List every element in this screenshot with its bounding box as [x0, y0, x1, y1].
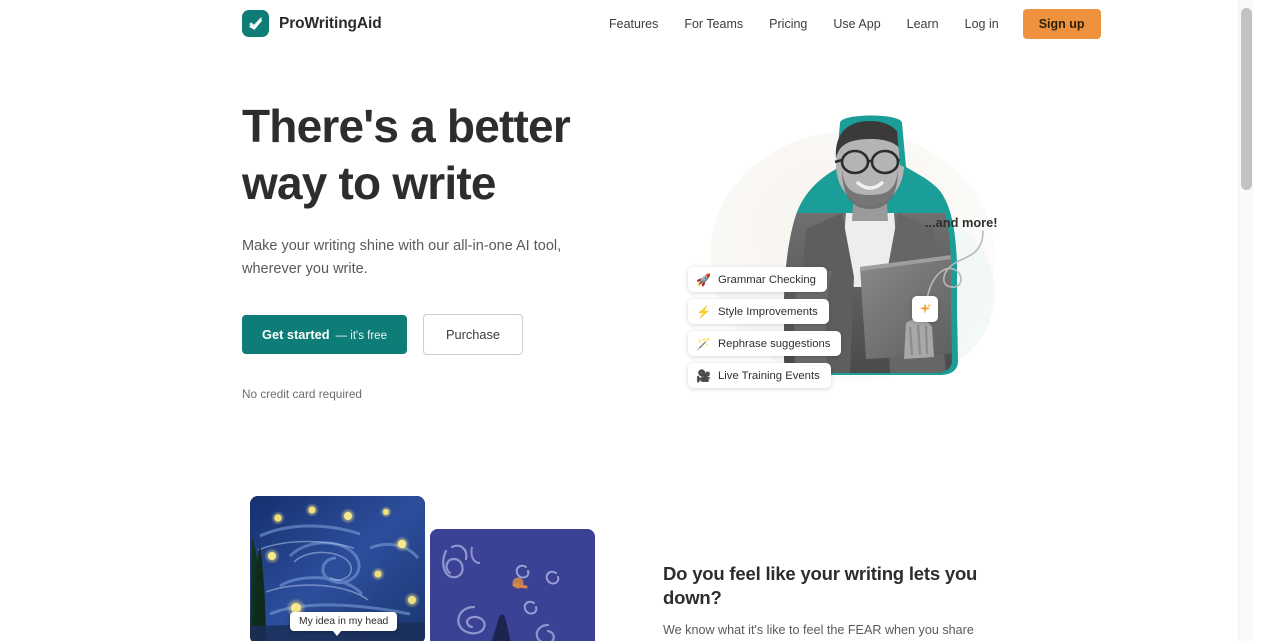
lightning-bolt-icon: ⚡ [696, 304, 711, 319]
and-more-annotation: ...and more! [925, 215, 998, 230]
nav-link-features[interactable]: Features [596, 11, 671, 37]
get-started-button[interactable]: Get started — it's free [242, 315, 407, 354]
page-scrollbar[interactable] [1238, 0, 1253, 641]
nav-link-log-in[interactable]: Log in [952, 11, 1012, 37]
feature-chip-rephrase-suggestions[interactable]: 🪄 Rephrase suggestions [688, 331, 842, 356]
feature-chip-label: Rephrase suggestions [718, 337, 831, 350]
site-header: ProWritingAid Features For Teams Pricing… [0, 0, 1253, 48]
idea-vs-reality-images: My idea in my head [250, 496, 595, 641]
nav-link-use-app[interactable]: Use App [820, 11, 893, 37]
rocket-icon: 🚀 [696, 272, 711, 287]
sparkles-icon [912, 296, 938, 322]
page-root: ProWritingAid Features For Teams Pricing… [0, 0, 1253, 641]
hero-section: There's a better way to write Make your … [0, 48, 1253, 468]
scrollbar-thumb[interactable] [1241, 8, 1252, 190]
nav-link-for-teams[interactable]: For Teams [671, 11, 756, 37]
nav-link-learn[interactable]: Learn [894, 11, 952, 37]
sign-up-button[interactable]: Sign up [1022, 9, 1101, 39]
hero-illustration: ...and more! 🚀 Grammar Checking ⚡ Style … [650, 103, 1020, 443]
hero-copy: There's a better way to write Make your … [242, 98, 642, 401]
nav-link-pricing[interactable]: Pricing [756, 11, 820, 37]
feature-chip-label: Live Training Events [718, 369, 820, 382]
hero-title: There's a better way to write [242, 98, 642, 212]
lower-copy: Do you feel like your writing lets you d… [663, 562, 1033, 641]
get-started-label: Get started [262, 327, 330, 342]
section-body-text: We know what it's like to feel the FEAR … [663, 623, 974, 637]
section-heading: Do you feel like your writing lets you d… [663, 563, 978, 608]
brand-name: ProWritingAid [279, 14, 382, 32]
hero-title-line-1: There's a better [242, 100, 571, 152]
primary-navigation: Features For Teams Pricing Use App Learn… [596, 8, 1101, 40]
feature-chip-label: Grammar Checking [718, 273, 816, 286]
curved-arrow-squiggle [926, 230, 984, 300]
crude-drawing-image [430, 529, 595, 641]
writing-lets-you-down-section: My idea in my head Do you feel like your… [0, 468, 1253, 641]
book-check-logo-icon [242, 10, 269, 37]
get-started-sublabel: — it's free [335, 330, 387, 342]
hero-subtitle: Make your writing shine with our all-in-… [242, 238, 562, 277]
video-camera-icon: 🎥 [696, 368, 711, 383]
feature-chip-list: 🚀 Grammar Checking ⚡ Style Improvements … [688, 267, 842, 388]
hero-title-line-2: way to write [242, 157, 496, 209]
feature-chip-label: Style Improvements [718, 305, 818, 318]
purchase-button[interactable]: Purchase [422, 314, 524, 355]
feature-chip-grammar-checking[interactable]: 🚀 Grammar Checking [688, 267, 827, 292]
feature-chip-style-improvements[interactable]: ⚡ Style Improvements [688, 299, 829, 324]
brand-logo[interactable]: ProWritingAid [242, 10, 382, 37]
magic-wand-icon: 🪄 [696, 336, 711, 351]
feature-chip-live-training-events[interactable]: 🎥 Live Training Events [688, 363, 831, 388]
hero-cta-group: Get started — it's free Purchase [242, 314, 642, 355]
idea-image-label: My idea in my head [290, 612, 398, 636]
no-credit-card-note: No credit card required [242, 387, 362, 401]
